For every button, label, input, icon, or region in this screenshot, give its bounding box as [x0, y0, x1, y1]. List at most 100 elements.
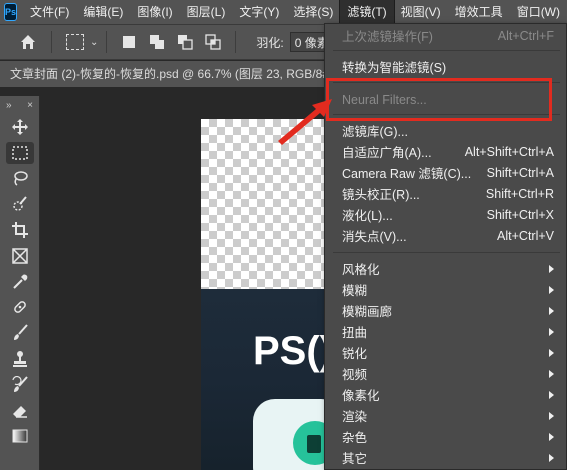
menu-image[interactable]: 图像(I) [130, 0, 179, 24]
highlight-box [326, 78, 552, 121]
new-selection-button[interactable] [118, 31, 140, 53]
ps-logo-icon: Ps [4, 3, 18, 21]
filter-menu-item[interactable]: 滤镜库(G)... [325, 120, 567, 141]
marquee-tool[interactable] [0, 140, 40, 166]
filter-menu-item[interactable]: 风格化 [325, 258, 567, 279]
menu-type[interactable]: 文字(Y) [232, 0, 286, 24]
menu-item-label: 镜头校正(R)... [342, 188, 420, 202]
menu-item-label: 渲染 [342, 410, 368, 424]
filter-menu-item[interactable]: 视频 [325, 363, 567, 384]
gradient-icon [12, 429, 28, 443]
eyedropper-tool[interactable] [0, 269, 40, 295]
feather-label: 羽化: [256, 35, 284, 50]
menu-plugins[interactable]: 增效工具 [448, 0, 510, 24]
clone-stamp-icon [13, 351, 27, 368]
marquee-icon [12, 145, 28, 160]
menu-item-label: 滤镜库(G)... [342, 125, 408, 139]
filter-menu-item[interactable]: 模糊画廊 [325, 300, 567, 321]
add-selection-button[interactable] [146, 31, 168, 53]
home-button[interactable] [13, 27, 43, 57]
filter-menu-item[interactable]: 转换为智能滤镜(S) [325, 56, 567, 77]
add-selection-icon [150, 35, 165, 49]
lasso-icon [14, 171, 28, 187]
submenu-arrow-icon [549, 327, 554, 336]
menu-item-label: 杂色 [342, 431, 368, 445]
filter-menu-item[interactable]: 液化(L)... Shift+Ctrl+X [325, 204, 567, 225]
menu-bar: Ps 文件(F) 编辑(E) 图像(I) 图层(L) 文字(Y) 选择(S) 滤… [0, 0, 567, 25]
eraser-tool[interactable] [0, 398, 40, 424]
menu-separator [333, 50, 560, 51]
menu-item-label: 上次滤镜操作(F) [342, 30, 433, 44]
menu-select[interactable]: 选择(S) [286, 0, 340, 24]
menu-view[interactable]: 视图(V) [394, 0, 448, 24]
menu-item-shortcut: Alt+Ctrl+V [497, 228, 554, 243]
menu-item-label: 像素化 [342, 389, 380, 403]
gradient-tool[interactable] [0, 424, 40, 450]
options-divider [51, 31, 52, 53]
eraser-icon [13, 405, 27, 418]
new-selection-icon [123, 36, 136, 48]
quick-select-tool[interactable] [0, 191, 40, 217]
options-divider [235, 31, 237, 53]
document-tab[interactable]: 文章封面 (2)-恢复的-恢复的.psd @ 66.7% (图层 23, RGB… [0, 61, 330, 87]
menu-filter[interactable]: 滤镜(T) [339, 0, 395, 25]
history-brush-icon [12, 375, 28, 392]
menu-item-shortcut: Shift+Ctrl+R [485, 186, 554, 201]
home-icon [21, 35, 35, 49]
menu-item-label: 模糊 [342, 284, 368, 298]
menu-item-shortcut: Shift+Ctrl+X [486, 207, 554, 222]
eyedropper-icon [13, 274, 28, 289]
filter-menu-item[interactable]: 上次滤镜操作(F) Alt+Ctrl+F [325, 25, 567, 46]
menu-window[interactable]: 窗口(W) [510, 0, 567, 24]
filter-menu-item[interactable]: 锐化 [325, 342, 567, 363]
cover-title-text: PS() [253, 329, 333, 373]
intersect-selection-button[interactable] [202, 31, 224, 53]
filter-menu-item[interactable]: 渲染 [325, 405, 567, 426]
filter-menu-item[interactable]: Camera Raw 滤镜(C)... Shift+Ctrl+A [325, 162, 567, 183]
filter-menu-item[interactable]: 其它 [325, 447, 567, 468]
filter-menu-item[interactable]: 模糊 [325, 279, 567, 300]
menu-item-label: 其它 [342, 452, 368, 466]
healing-brush-tool[interactable] [0, 295, 40, 321]
menu-file[interactable]: 文件(F) [23, 0, 76, 24]
chevron-down-icon[interactable]: ⌄ [90, 37, 98, 48]
collapse-icon[interactable]: » [6, 100, 12, 111]
menu-edit[interactable]: 编辑(E) [76, 0, 130, 24]
filter-menu-item[interactable]: 镜头校正(R)... Shift+Ctrl+R [325, 183, 567, 204]
subtract-selection-icon [178, 35, 194, 50]
submenu-arrow-icon [549, 432, 554, 441]
filter-menu-item[interactable]: 杂色 [325, 426, 567, 447]
close-icon[interactable]: × [27, 100, 33, 111]
frame-tool[interactable] [0, 243, 40, 269]
filter-menu-item[interactable]: 自适应广角(A)... Alt+Shift+Ctrl+A [325, 141, 567, 162]
clone-stamp-tool[interactable] [0, 346, 40, 372]
crop-tool[interactable] [0, 217, 40, 243]
filter-menu-item[interactable]: 扭曲 [325, 321, 567, 342]
filter-menu-item[interactable]: 消失点(V)... Alt+Ctrl+V [325, 225, 567, 246]
menu-item-label: 转换为智能滤镜(S) [342, 61, 447, 75]
options-divider [106, 31, 108, 53]
menu-layer[interactable]: 图层(L) [180, 0, 233, 24]
menu-item-label: 扭曲 [342, 326, 368, 340]
menu-item-label: 自适应广角(A)... [342, 146, 432, 160]
photoshop-window: Ps 文件(F) 编辑(E) 图像(I) 图层(L) 文字(Y) 选择(S) 滤… [0, 0, 567, 470]
lasso-tool[interactable] [0, 166, 40, 192]
menu-item-shortcut: Alt+Ctrl+F [497, 28, 554, 43]
submenu-arrow-icon [549, 348, 554, 357]
tools-panel-header: » × [0, 96, 39, 114]
tools-panel: » × [0, 96, 40, 470]
brush-tool[interactable] [0, 320, 40, 346]
subtract-selection-button[interactable] [174, 31, 196, 53]
submenu-arrow-icon [549, 411, 554, 420]
frame-icon [12, 248, 28, 264]
filter-menu-item[interactable]: 像素化 [325, 384, 567, 405]
brush-icon [14, 324, 28, 341]
submenu-arrow-icon [549, 264, 554, 273]
menu-item-label: 视频 [342, 368, 368, 382]
intersect-selection-icon [205, 34, 222, 50]
history-brush-tool[interactable] [0, 372, 40, 398]
move-icon [12, 118, 28, 135]
move-tool[interactable] [0, 114, 40, 140]
marquee-preset-icon[interactable] [66, 34, 84, 50]
red-arrow-icon [278, 99, 332, 145]
